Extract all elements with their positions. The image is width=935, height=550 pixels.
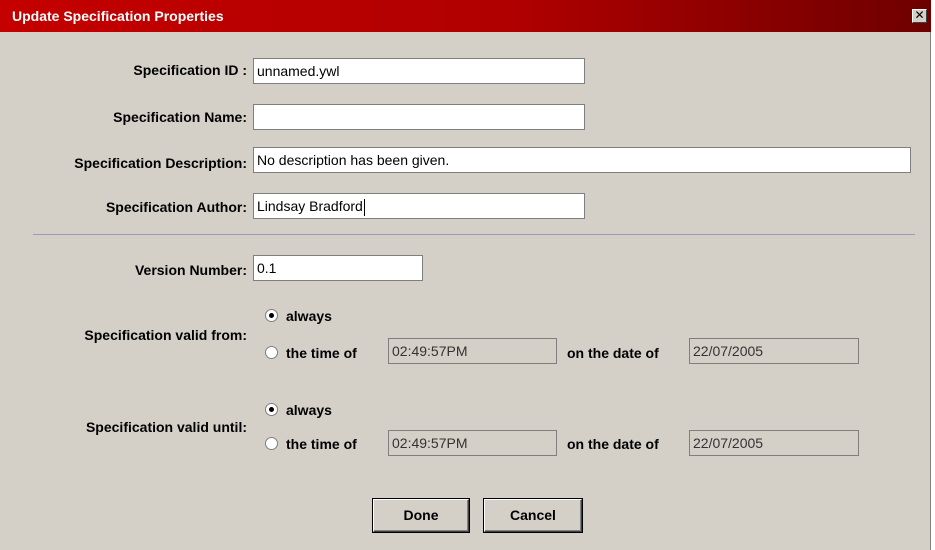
- valid-until-time-label[interactable]: the time of: [286, 436, 357, 452]
- valid-from-time-field[interactable]: 02:49:57PM: [388, 338, 557, 364]
- window-title: Update Specification Properties: [12, 8, 224, 24]
- valid-until-time-radio[interactable]: [265, 437, 278, 450]
- valid-from-always-label[interactable]: always: [286, 308, 332, 324]
- valid-from-date-value: 22/07/2005: [693, 343, 764, 359]
- spec-description-field[interactable]: No description has been given.: [253, 147, 911, 173]
- spec-id-field[interactable]: unnamed.ywl: [253, 58, 585, 84]
- spec-author-label: Specification Author:: [105, 199, 247, 215]
- update-specification-dialog: Update Specification Properties ✕ Specif…: [0, 0, 931, 550]
- cancel-button[interactable]: Cancel: [484, 499, 582, 532]
- valid-from-always-radio[interactable]: [265, 309, 278, 322]
- close-icon: ✕: [914, 8, 925, 22]
- valid-until-time-field[interactable]: 02:49:57PM: [388, 430, 557, 456]
- spec-description-value: No description has been given.: [257, 152, 450, 168]
- version-label: Version Number:: [134, 262, 247, 278]
- valid-until-always-radio[interactable]: [265, 403, 278, 416]
- spec-author-value: Lindsay Bradford: [257, 198, 363, 214]
- close-button[interactable]: ✕: [912, 9, 927, 23]
- spec-name-label: Specification Name:: [113, 109, 247, 125]
- valid-from-time-value: 02:49:57PM: [392, 343, 468, 359]
- section-divider: [33, 234, 915, 235]
- valid-from-time-radio[interactable]: [265, 346, 278, 359]
- valid-from-label: Specification valid from:: [84, 327, 247, 343]
- valid-until-always-label[interactable]: always: [286, 402, 332, 418]
- spec-author-field[interactable]: Lindsay Bradford: [253, 193, 585, 219]
- valid-until-time-value: 02:49:57PM: [392, 435, 468, 451]
- done-button[interactable]: Done: [373, 499, 469, 532]
- valid-from-date-label: on the date of: [567, 345, 659, 361]
- valid-from-time-label[interactable]: the time of: [286, 345, 357, 361]
- spec-name-field[interactable]: [253, 104, 585, 130]
- valid-from-date-field[interactable]: 22/07/2005: [689, 338, 859, 364]
- version-value: 0.1: [257, 260, 277, 276]
- text-caret: [363, 198, 365, 216]
- title-bar[interactable]: Update Specification Properties ✕: [0, 0, 931, 32]
- spec-id-label: Specification ID :: [133, 62, 247, 78]
- valid-until-date-value: 22/07/2005: [693, 435, 764, 451]
- spec-id-value: unnamed.ywl: [257, 63, 340, 79]
- valid-until-label: Specification valid until:: [85, 419, 247, 435]
- valid-until-date-field[interactable]: 22/07/2005: [689, 430, 859, 456]
- version-field[interactable]: 0.1: [253, 255, 423, 281]
- valid-until-date-label: on the date of: [567, 436, 659, 452]
- spec-description-label: Specification Description:: [74, 155, 247, 171]
